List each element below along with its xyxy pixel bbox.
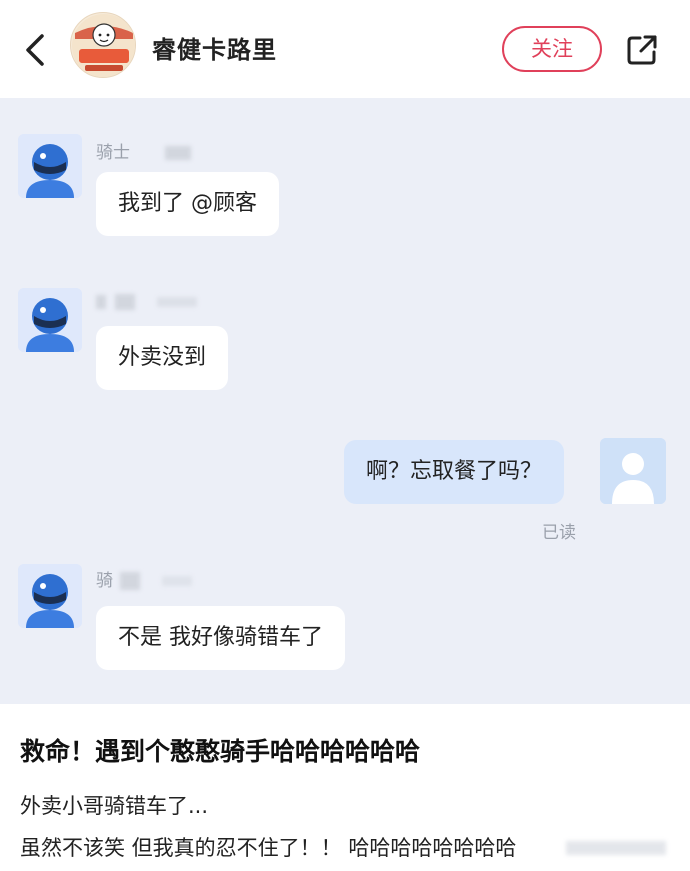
post-title: 救命！遇到个憨憨骑手哈哈哈哈哈哈 (20, 737, 421, 766)
follow-button[interactable]: 关注 (502, 26, 602, 72)
rider-avatar (18, 134, 82, 198)
message-bubble: 我到了 @顾客 (96, 172, 279, 236)
rider-avatar (18, 564, 82, 628)
watermark (566, 838, 666, 856)
message-bubble: 外卖没到 (96, 326, 229, 390)
post-body-line: 外卖小哥骑错车了... (20, 794, 209, 818)
helmet-avatar-icon (18, 134, 82, 198)
message-bubble: 不是 我好像骑错车了 (96, 606, 345, 670)
back-arrow-icon[interactable] (18, 30, 54, 70)
chef-logo-icon (72, 14, 135, 77)
rider-name: 骑 (96, 566, 192, 591)
post-body-line: 虽然不该笑 但我真的忍不住了！！ 哈哈哈哈哈哈哈哈 (20, 836, 517, 860)
share-icon[interactable] (624, 32, 660, 68)
read-status: 已读 (542, 523, 576, 543)
user-avatar (600, 438, 666, 504)
my-message-bubble: 啊？忘取餐了吗？ (344, 440, 565, 504)
shop-name[interactable]: 睿健卡路里 (152, 30, 277, 65)
default-user-icon (600, 438, 666, 504)
chat-screenshot: 骑士 我到了 @顾客 外卖没到 啊？忘取餐了吗？ 已读 骑 不是 我好像骑错车了 (0, 98, 690, 704)
helmet-avatar-icon (18, 564, 82, 628)
rider-avatar (18, 288, 82, 352)
rider-name: 骑士 (96, 138, 192, 163)
rider-name-blurred (96, 292, 197, 312)
top-bar: 睿健卡路里 关注 (0, 0, 690, 98)
shop-logo[interactable] (70, 12, 136, 78)
helmet-avatar-icon (18, 288, 82, 352)
